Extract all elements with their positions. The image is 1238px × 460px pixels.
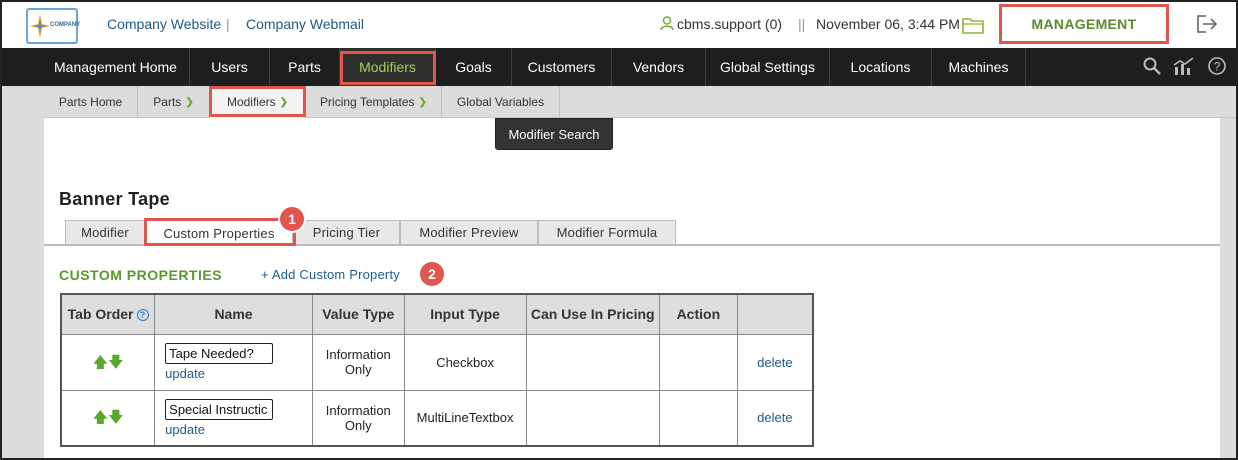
subnav-parts-home[interactable]: Parts Home <box>44 86 138 118</box>
folder-icon[interactable] <box>962 16 984 39</box>
help-icon[interactable]: ? <box>136 308 149 321</box>
move-down-icon[interactable]: 🡇 <box>108 409 123 426</box>
modifier-search-menu-item[interactable]: Modifier Search <box>495 118 613 150</box>
move-up-icon[interactable]: 🡅 <box>93 409 108 426</box>
nav-goals[interactable]: Goals <box>436 48 512 86</box>
analytics-icon[interactable] <box>1173 56 1195 81</box>
logo-text: COMPANY <box>50 22 81 28</box>
tab-modifier[interactable]: Modifier <box>65 220 145 244</box>
name-cell: Tape Needed? update <box>154 333 313 391</box>
action-cell <box>658 333 738 391</box>
col-value-type: Value Type <box>311 293 405 335</box>
right-gutter <box>1220 118 1236 458</box>
step-badge-1: 1 <box>278 205 306 233</box>
delete-cell: delete <box>736 333 814 391</box>
delete-link[interactable]: delete <box>757 355 792 370</box>
chevron-down-icon: ❯ <box>185 96 194 108</box>
add-custom-property-link[interactable]: + Add Custom Property <box>261 267 400 282</box>
chevron-down-icon: ❯ <box>418 96 427 108</box>
subnav-global-variables-label: Global Variables <box>456 95 545 109</box>
delete-cell: delete <box>736 389 814 447</box>
left-gutter <box>2 86 44 458</box>
value-type-cell: Information Only <box>311 333 405 391</box>
subnav-pricing-templates-label: Pricing Templates <box>320 95 415 109</box>
col-tab-order-label: Tab Order <box>67 305 134 322</box>
can-use-cell <box>525 389 660 447</box>
col-delete <box>736 293 814 335</box>
value-type-cell: Information Only <box>311 389 405 447</box>
col-input-type: Input Type <box>403 293 527 335</box>
management-button[interactable]: MANAGEMENT <box>999 4 1169 44</box>
tab-modifier-formula[interactable]: Modifier Formula <box>538 220 676 244</box>
nav-locations[interactable]: Locations <box>830 48 932 86</box>
property-name-input[interactable]: Special Instructic <box>165 398 274 420</box>
subnav-parts-label: Parts <box>153 95 182 109</box>
delete-link[interactable]: delete <box>757 410 792 425</box>
table-row: 🡅🡇 Tape Needed? update Information Only … <box>60 333 814 391</box>
subnav-modifiers-highlight <box>209 86 306 117</box>
move-down-icon[interactable]: 🡇 <box>108 354 123 371</box>
nav-vendors[interactable]: Vendors <box>612 48 706 86</box>
table-header-row: Tab Order? Name Value Type Input Type Ca… <box>60 293 814 335</box>
step-badge-2: 2 <box>418 260 446 288</box>
update-link[interactable]: update <box>165 366 312 381</box>
subnav-parts-home-label: Parts Home <box>58 95 123 109</box>
search-icon[interactable] <box>1142 56 1162 81</box>
tab-custom-properties-highlight <box>144 218 296 246</box>
page-title: Banner Tape <box>59 189 170 209</box>
nav-global-settings[interactable]: Global Settings <box>706 48 830 86</box>
input-type-cell: Checkbox <box>403 333 527 391</box>
company-website-link[interactable]: Company Website <box>107 16 221 32</box>
nav-management-home[interactable]: Management Home <box>42 48 190 86</box>
col-can-use-in-pricing: Can Use In Pricing <box>525 293 660 335</box>
update-link[interactable]: update <box>165 422 312 437</box>
main-nav: Management Home Users Parts Modifiers Go… <box>2 48 1236 86</box>
help-icon[interactable]: ? <box>1207 56 1227 81</box>
tab-pricing-tier[interactable]: Pricing Tier <box>293 220 400 244</box>
app-frame: COMPANY Company Website | Company Webmai… <box>0 0 1238 460</box>
table-row: 🡅🡇 Special Instructic update Information… <box>60 389 814 447</box>
subnav-global-variables[interactable]: Global Variables <box>442 86 560 118</box>
subnav-pricing-templates[interactable]: Pricing Templates ❯ <box>306 86 442 118</box>
logout-icon[interactable] <box>1196 14 1218 39</box>
subnav-parts[interactable]: Parts ❯ <box>138 86 210 118</box>
nav-customers[interactable]: Customers <box>512 48 612 86</box>
property-name-input[interactable]: Tape Needed? <box>165 343 274 364</box>
can-use-cell <box>525 333 660 391</box>
nav-users[interactable]: Users <box>190 48 270 86</box>
section-title: CUSTOM PROPERTIES <box>59 267 223 283</box>
custom-properties-table: Tab Order? Name Value Type Input Type Ca… <box>60 293 814 447</box>
top-header: COMPANY Company Website | Company Webmai… <box>2 2 1236 48</box>
col-name: Name <box>154 293 313 335</box>
col-tab-order: Tab Order? <box>60 293 156 335</box>
nav-modifiers-highlight <box>340 51 436 85</box>
move-up-icon[interactable]: 🡅 <box>93 354 108 371</box>
tab-order-cell: 🡅🡇 <box>60 389 156 447</box>
nav-parts[interactable]: Parts <box>270 48 340 86</box>
company-webmail-link[interactable]: Company Webmail <box>246 16 364 32</box>
input-type-cell: MultiLineTextbox <box>403 389 527 447</box>
logo-star-icon <box>30 14 50 38</box>
tab-modifier-preview[interactable]: Modifier Preview <box>400 220 538 244</box>
user-icon <box>660 16 674 34</box>
nav-machines[interactable]: Machines <box>932 48 1026 86</box>
user-label: cbms.support (0) <box>677 16 783 32</box>
current-datetime: November 06, 3:44 PM <box>816 16 960 32</box>
company-logo[interactable]: COMPANY <box>26 8 81 44</box>
tab-order-cell: 🡅🡇 <box>60 333 156 391</box>
action-cell <box>658 389 738 447</box>
user-separator: || <box>798 16 806 32</box>
current-user[interactable]: cbms.support (0) <box>660 16 782 34</box>
name-cell: Special Instructic update <box>154 389 313 447</box>
svg-text:?: ? <box>1214 60 1221 74</box>
col-action: Action <box>658 293 738 335</box>
header-separator: | <box>226 16 230 32</box>
sub-nav: Parts Home Parts ❯ Modifiers ❯ Pricing Tem… <box>44 86 1236 118</box>
